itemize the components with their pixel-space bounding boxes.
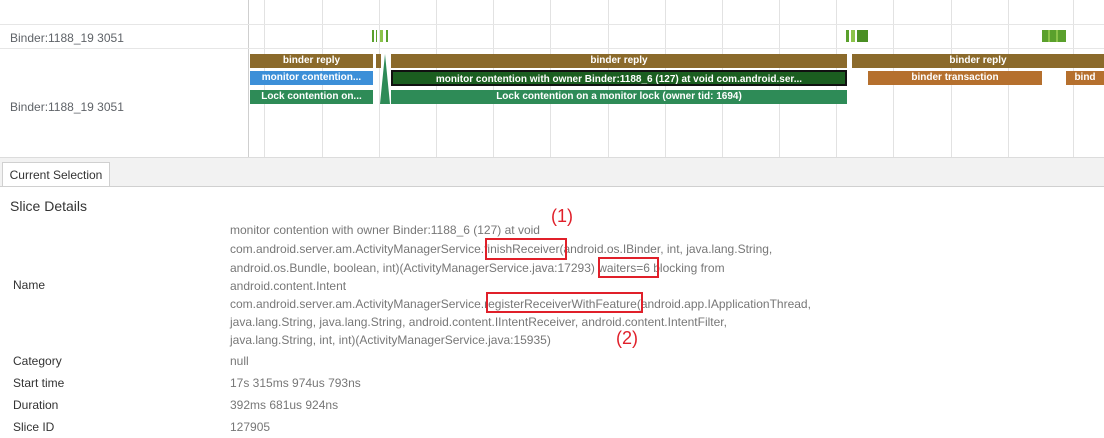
- slice-lock-contention-short[interactable]: Lock contention on...: [250, 90, 373, 104]
- name-line-6: java.lang.String, java.lang.String, andr…: [230, 315, 727, 329]
- slice-details-title: Slice Details: [10, 198, 88, 214]
- start-time-label: Start time: [13, 376, 65, 390]
- slice-monitor-contention-short[interactable]: monitor contention...: [250, 71, 373, 85]
- timeline-area: Binder:1188_19 3051 Binder:1188_19 3051 …: [0, 0, 1104, 158]
- name-line-7: java.lang.String, int, int)(ActivityMana…: [230, 333, 551, 347]
- name-label: Name: [13, 278, 46, 292]
- annotation-2: (2): [616, 328, 638, 348]
- slice-id-value: 127905: [230, 420, 271, 434]
- highlight-finish-receiver: [485, 238, 567, 260]
- slice-binder-transaction[interactable]: binder transaction: [868, 71, 1042, 85]
- category-label: Category: [13, 354, 62, 368]
- category-value: null: [230, 354, 249, 368]
- track-label-row2[interactable]: Binder:1188_19 3051: [10, 100, 124, 114]
- thread-state-marks-2[interactable]: [846, 30, 868, 42]
- slice-binder-reply-1[interactable]: binder reply: [250, 54, 373, 68]
- duration-value: 392ms 681us 924ns: [230, 398, 339, 412]
- start-time-value: 17s 315ms 974us 793ns: [230, 376, 361, 390]
- thread-state-marks-3[interactable]: [1042, 30, 1066, 42]
- slice-binder-reply-2[interactable]: binder reply: [391, 54, 847, 68]
- annotation-1: (1): [551, 206, 573, 226]
- slice-binder-reply-3[interactable]: binder reply: [852, 54, 1104, 68]
- duration-label: Duration: [13, 398, 59, 412]
- flow-arrow-icon: [380, 54, 390, 104]
- name-line-1: monitor contention with owner Binder:118…: [230, 223, 540, 237]
- highlight-waiters: [598, 257, 659, 278]
- slice-monitor-contention-selected[interactable]: monitor contention with owner Binder:118…: [391, 70, 847, 86]
- tab-current-selection[interactable]: Current Selection: [2, 162, 110, 186]
- track-label-row1[interactable]: Binder:1188_19 3051: [10, 31, 124, 45]
- name-line-4: android.content.Intent: [230, 279, 347, 293]
- highlight-register-receiver: [486, 292, 643, 313]
- thread-state-marks[interactable]: [372, 30, 392, 42]
- slice-lock-contention-long[interactable]: Lock contention on a monitor lock (owner…: [391, 90, 847, 104]
- slice-binder-cut[interactable]: bind: [1066, 71, 1104, 85]
- slice-id-label: Slice ID: [13, 420, 55, 434]
